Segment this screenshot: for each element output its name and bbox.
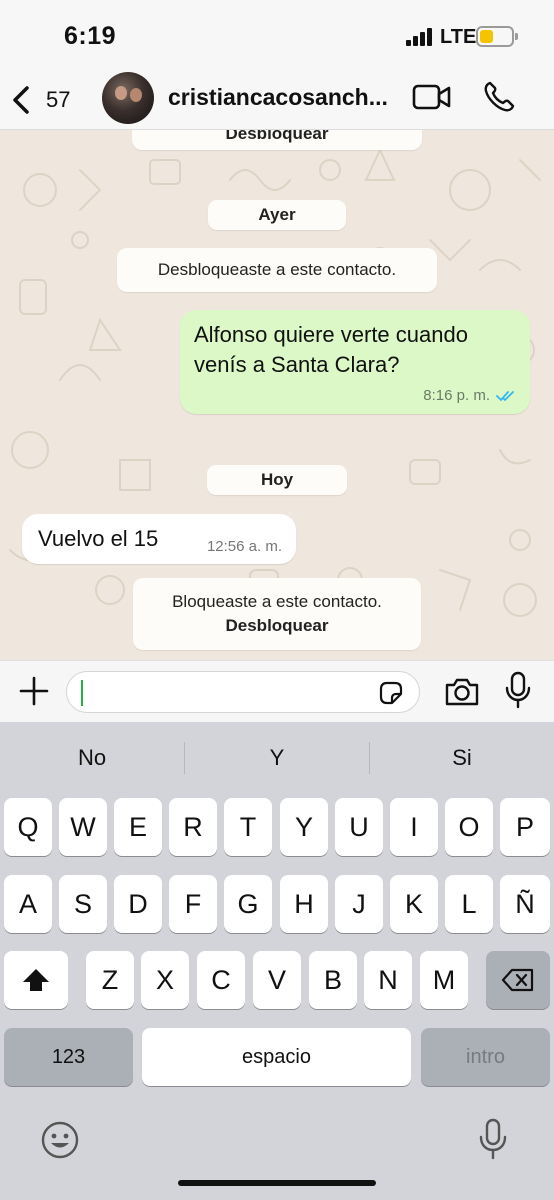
key-q[interactable]: Q	[4, 798, 52, 856]
system-message-blocked: Bloqueaste a este contacto. Desbloquear	[133, 578, 421, 650]
outgoing-message[interactable]: Alfonso quiere verte cuando venís a Sant…	[180, 310, 530, 414]
emoji-icon[interactable]	[40, 1120, 80, 1160]
date-separator-yesterday: Ayer	[208, 200, 346, 230]
key-h[interactable]: H	[280, 875, 328, 933]
shift-key[interactable]	[4, 951, 68, 1009]
system-message-partial: Desbloquear	[132, 130, 422, 150]
key-o[interactable]: O	[445, 798, 493, 856]
network-type: LTE	[440, 26, 477, 48]
dictation-mic-icon[interactable]	[478, 1118, 508, 1162]
avatar[interactable]	[102, 72, 154, 124]
key-s[interactable]: S	[59, 875, 107, 933]
blocked-notice: Bloqueaste a este contacto.	[172, 592, 382, 611]
text-caret	[81, 680, 83, 706]
message-time: 12:56 a. m.	[206, 538, 282, 555]
keyboard: No Y Si Q W E R T Y U I O P A S D F G H …	[0, 722, 554, 1200]
status-bar: 6:19 LTE	[0, 0, 554, 70]
key-j[interactable]: J	[335, 875, 383, 933]
return-key[interactable]: intro	[421, 1028, 550, 1086]
key-p[interactable]: P	[500, 798, 550, 856]
key-f[interactable]: F	[169, 875, 217, 933]
chat-area[interactable]: Desbloquear Ayer Desbloqueaste a este co…	[0, 130, 554, 660]
key-k[interactable]: K	[390, 875, 438, 933]
unblock-link-partial[interactable]: Desbloquear	[132, 130, 422, 144]
key-y[interactable]: Y	[280, 798, 328, 856]
video-call-icon[interactable]	[412, 82, 452, 112]
microphone-icon[interactable]	[504, 671, 532, 709]
home-indicator	[178, 1180, 376, 1186]
unblock-link[interactable]: Desbloquear	[133, 616, 421, 636]
key-a[interactable]: A	[4, 875, 52, 933]
double-check-read-icon	[496, 390, 514, 401]
contact-name[interactable]: cristiancacosanch...	[168, 84, 388, 111]
key-u[interactable]: U	[335, 798, 383, 856]
key-g[interactable]: G	[224, 875, 272, 933]
key-v[interactable]: V	[253, 951, 301, 1009]
key-b[interactable]: B	[309, 951, 357, 1009]
delete-key[interactable]	[486, 951, 550, 1009]
message-meta: 8:16 p. m.	[423, 387, 516, 404]
key-n[interactable]: N	[364, 951, 412, 1009]
space-key[interactable]: espacio	[142, 1028, 411, 1086]
message-input[interactable]	[66, 671, 420, 713]
plus-icon[interactable]	[18, 675, 50, 707]
key-i[interactable]: I	[390, 798, 438, 856]
chat-header: 57 cristiancacosanch...	[0, 70, 554, 130]
incoming-message[interactable]: Vuelvo el 15 12:56 a. m.	[22, 514, 296, 564]
back-button[interactable]: 57	[10, 80, 70, 120]
key-r[interactable]: R	[169, 798, 217, 856]
suggestion-2[interactable]: Y	[185, 722, 369, 794]
key-d[interactable]: D	[114, 875, 162, 933]
shift-arrow-icon	[23, 969, 49, 991]
key-l[interactable]: L	[445, 875, 493, 933]
key-x[interactable]: X	[141, 951, 189, 1009]
cellular-signal-icon	[406, 28, 434, 46]
numbers-key[interactable]: 123	[4, 1028, 133, 1086]
date-separator-today: Hoy	[207, 465, 347, 495]
battery-icon	[476, 26, 518, 47]
key-m[interactable]: M	[420, 951, 468, 1009]
sticker-icon[interactable]	[377, 679, 405, 707]
key-w[interactable]: W	[59, 798, 107, 856]
key-t[interactable]: T	[224, 798, 272, 856]
camera-icon[interactable]	[444, 675, 480, 709]
key-n-tilde[interactable]: Ñ	[500, 875, 550, 933]
status-time: 6:19	[64, 22, 117, 50]
message-composer	[0, 660, 554, 722]
message-time: 8:16 p. m.	[423, 387, 490, 404]
chevron-left-icon	[13, 86, 29, 114]
message-text: Alfonso quiere verte cuando venís a Sant…	[194, 322, 468, 377]
backspace-icon	[501, 968, 534, 992]
key-e[interactable]: E	[114, 798, 162, 856]
key-z[interactable]: Z	[86, 951, 134, 1009]
key-c[interactable]: C	[197, 951, 245, 1009]
system-message-unblocked: Desbloqueaste a este contacto.	[117, 248, 437, 292]
phone-call-icon[interactable]	[482, 80, 516, 114]
suggestion-3[interactable]: Si	[370, 722, 554, 794]
suggestion-1[interactable]: No	[0, 722, 184, 794]
unread-count: 57	[46, 87, 71, 112]
